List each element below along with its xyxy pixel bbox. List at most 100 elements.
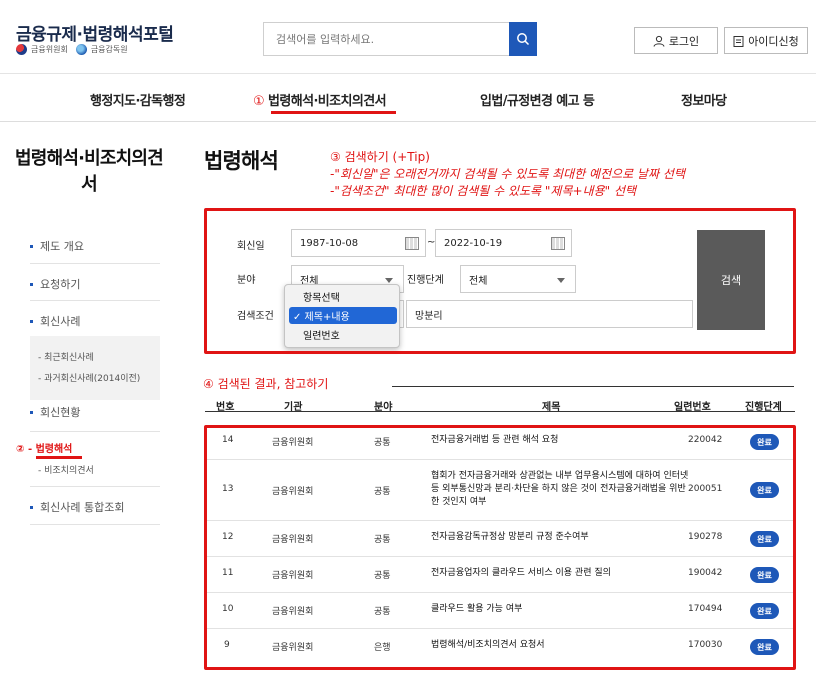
- calendar-icon[interactable]: [405, 237, 419, 250]
- sidebar-item-label: 회신사례: [40, 315, 81, 328]
- cell-field: 공통: [374, 607, 391, 617]
- cell-title[interactable]: 전자금융업자의 클라우드 서비스 이용 관련 질의: [431, 567, 701, 580]
- cell-title[interactable]: 전자금융거래법 등 관련 해석 요청: [431, 434, 701, 447]
- cell-field: 은행: [374, 643, 391, 653]
- divider: [30, 300, 160, 301]
- bullet-icon: [30, 244, 33, 248]
- table-row[interactable]: 10 금융위원회 공통 클라우드 활용 가능 여부 170494 완료: [205, 593, 795, 629]
- main-nav: 행정지도·감독행정 ① 법령해석·비조치의견서 입법/규정변경 예고 등 정보마…: [0, 74, 816, 122]
- divider: [30, 431, 160, 432]
- status-badge: 완료: [750, 482, 779, 498]
- cell-title[interactable]: 법령해석/비조치의견서 요청서: [431, 639, 701, 652]
- date-from-value: 1987-10-08: [300, 237, 359, 249]
- site-title[interactable]: 금융규제·법령해석포털: [16, 20, 174, 45]
- cell-org: 금융위원회: [272, 535, 314, 545]
- status-badge: 완료: [750, 531, 779, 547]
- dropdown-option[interactable]: 항목선택: [289, 288, 397, 305]
- sidebar-sub-past[interactable]: - 과거회신사례(2014이전): [38, 371, 140, 384]
- divider: [30, 486, 160, 487]
- nav-item-legislation[interactable]: 입법/규정변경 예고 등: [480, 90, 595, 109]
- cell-org: 금융위원회: [272, 643, 314, 653]
- table-row[interactable]: 11 금융위원회 공통 전자금융업자의 클라우드 서비스 이용 관련 질의 19…: [205, 557, 795, 593]
- bullet-icon: [30, 410, 33, 414]
- table-row[interactable]: 13 금융위원회 공통 협회가 전자금융거래와 상관없는 내부 업무용시스템에 …: [205, 460, 795, 521]
- stage-select[interactable]: 전체: [460, 265, 576, 293]
- cell-no: 11: [222, 568, 234, 578]
- table-row[interactable]: 12 금융위원회 공통 전자금융감독규정상 망분리 규정 준수여부 190278…: [205, 521, 795, 557]
- cell-no: 9: [224, 640, 230, 650]
- sidebar-title: 법령해석·비조치의견서: [15, 148, 164, 195]
- cell-title[interactable]: 클라우드 활용 가능 여부: [431, 603, 701, 616]
- cell-field: 공통: [374, 535, 391, 545]
- cell-org: 금융위원회: [272, 487, 314, 497]
- sidebar-item-label: 제도 개요: [40, 240, 84, 253]
- date-label: 회신일: [237, 241, 265, 252]
- calendar-icon[interactable]: [551, 237, 565, 250]
- sidebar-item-status[interactable]: 회신현황: [30, 404, 160, 420]
- nav-item-interpretation-label: 법령해석·비조치의견서: [268, 94, 387, 109]
- annotation-4: ④ 검색된 결과, 참고하기: [203, 377, 329, 391]
- nav-item-interpretation[interactable]: ① 법령해석·비조치의견서: [253, 90, 387, 109]
- stage-label: 진행단계: [407, 275, 444, 286]
- keyword-value: 망분리: [415, 310, 443, 322]
- cell-title[interactable]: 협회가 전자금융거래와 상관없는 내부 업무용시스템에 대하여 인터넷 등 외부…: [431, 470, 693, 509]
- cell-no: 13: [222, 484, 234, 494]
- fss-logo-icon: [75, 44, 87, 55]
- search-input[interactable]: [264, 23, 509, 55]
- cell-serial: 190278: [688, 532, 723, 542]
- date-to-field[interactable]: 2022-10-19: [435, 229, 572, 257]
- cell-title[interactable]: 전자금융감독규정상 망분리 규정 준수여부: [431, 531, 701, 544]
- keyword-input[interactable]: 망분리: [406, 300, 693, 328]
- cell-org: 금융위원회: [272, 438, 314, 448]
- sidebar-submenu-bg: [30, 336, 160, 400]
- cell-org: 금융위원회: [272, 571, 314, 581]
- nav-active-underline: [271, 111, 396, 114]
- cell-serial: 170030: [688, 640, 723, 650]
- annotation-marker-1: ①: [253, 94, 265, 109]
- org-logos: 금융위원회 금융감독원: [16, 44, 128, 55]
- org2-label: 금융감독원: [90, 45, 128, 54]
- sidebar-item-request[interactable]: 요청하기: [30, 276, 160, 292]
- search-submit-button[interactable]: 검색: [697, 230, 765, 330]
- site-header: 금융규제·법령해석포털 금융위원회 금융감독원 로그인 아이디신청: [0, 0, 816, 74]
- login-button[interactable]: 로그인: [634, 27, 718, 54]
- cond-label: 검색조건: [237, 311, 274, 322]
- status-badge: 완료: [750, 567, 779, 583]
- login-label: 로그인: [668, 34, 700, 48]
- cell-no: 10: [222, 604, 234, 614]
- sidebar-active-label: - 법령해석: [27, 444, 73, 455]
- nav-item-info[interactable]: 정보마당: [681, 90, 727, 109]
- dropdown-option[interactable]: 일련번호: [289, 326, 397, 343]
- sidebar-item-label: 회신사례 통합조회: [40, 501, 125, 514]
- sidebar-sub-recent[interactable]: - 최근회신사례: [38, 350, 94, 363]
- cell-serial: 200051: [688, 484, 723, 494]
- sidebar-item-integrated[interactable]: 회신사례 통합조회: [30, 499, 160, 515]
- cell-no: 12: [222, 532, 234, 542]
- chevron-down-icon: [385, 278, 393, 283]
- cell-field: 공통: [374, 571, 391, 581]
- search-button[interactable]: [509, 22, 537, 56]
- cond-dropdown-menu: 항목선택 ✓ 제목+내용 일련번호: [284, 284, 400, 348]
- divider: [30, 524, 160, 525]
- search-box: [263, 22, 509, 56]
- dropdown-option-selected[interactable]: ✓ 제목+내용: [289, 307, 397, 324]
- sidebar-item-overview[interactable]: 제도 개요: [30, 238, 160, 254]
- clipboard-icon: [733, 35, 744, 47]
- annotation-3-heading: ③ 검색하기 (+Tip): [330, 150, 430, 164]
- sidebar-sub-noaction[interactable]: - 비조치의견서: [38, 463, 94, 476]
- cell-serial: 170494: [688, 604, 723, 614]
- nav-item-guidance[interactable]: 행정지도·감독행정: [90, 90, 186, 109]
- signup-button[interactable]: 아이디신청: [724, 27, 808, 54]
- bullet-icon: [30, 505, 33, 509]
- table-row[interactable]: 9 금융위원회 은행 법령해석/비조치의견서 요청서 170030 완료: [205, 629, 795, 665]
- sidebar-item-cases[interactable]: 회신사례: [30, 313, 160, 329]
- signup-label: 아이디신청: [748, 34, 799, 48]
- sidebar-item-label: 요청하기: [40, 278, 81, 291]
- table-row[interactable]: 14 금융위원회 공통 전자금융거래법 등 관련 해석 요청 220042 완료: [205, 424, 795, 460]
- cell-no: 14: [222, 435, 234, 445]
- chevron-down-icon: [557, 278, 565, 283]
- divider: [30, 263, 160, 264]
- date-from-field[interactable]: 1987-10-08: [291, 229, 426, 257]
- cell-field: 공통: [374, 438, 391, 448]
- sidebar-item-interpretation-active[interactable]: ② - 법령해석: [16, 440, 72, 455]
